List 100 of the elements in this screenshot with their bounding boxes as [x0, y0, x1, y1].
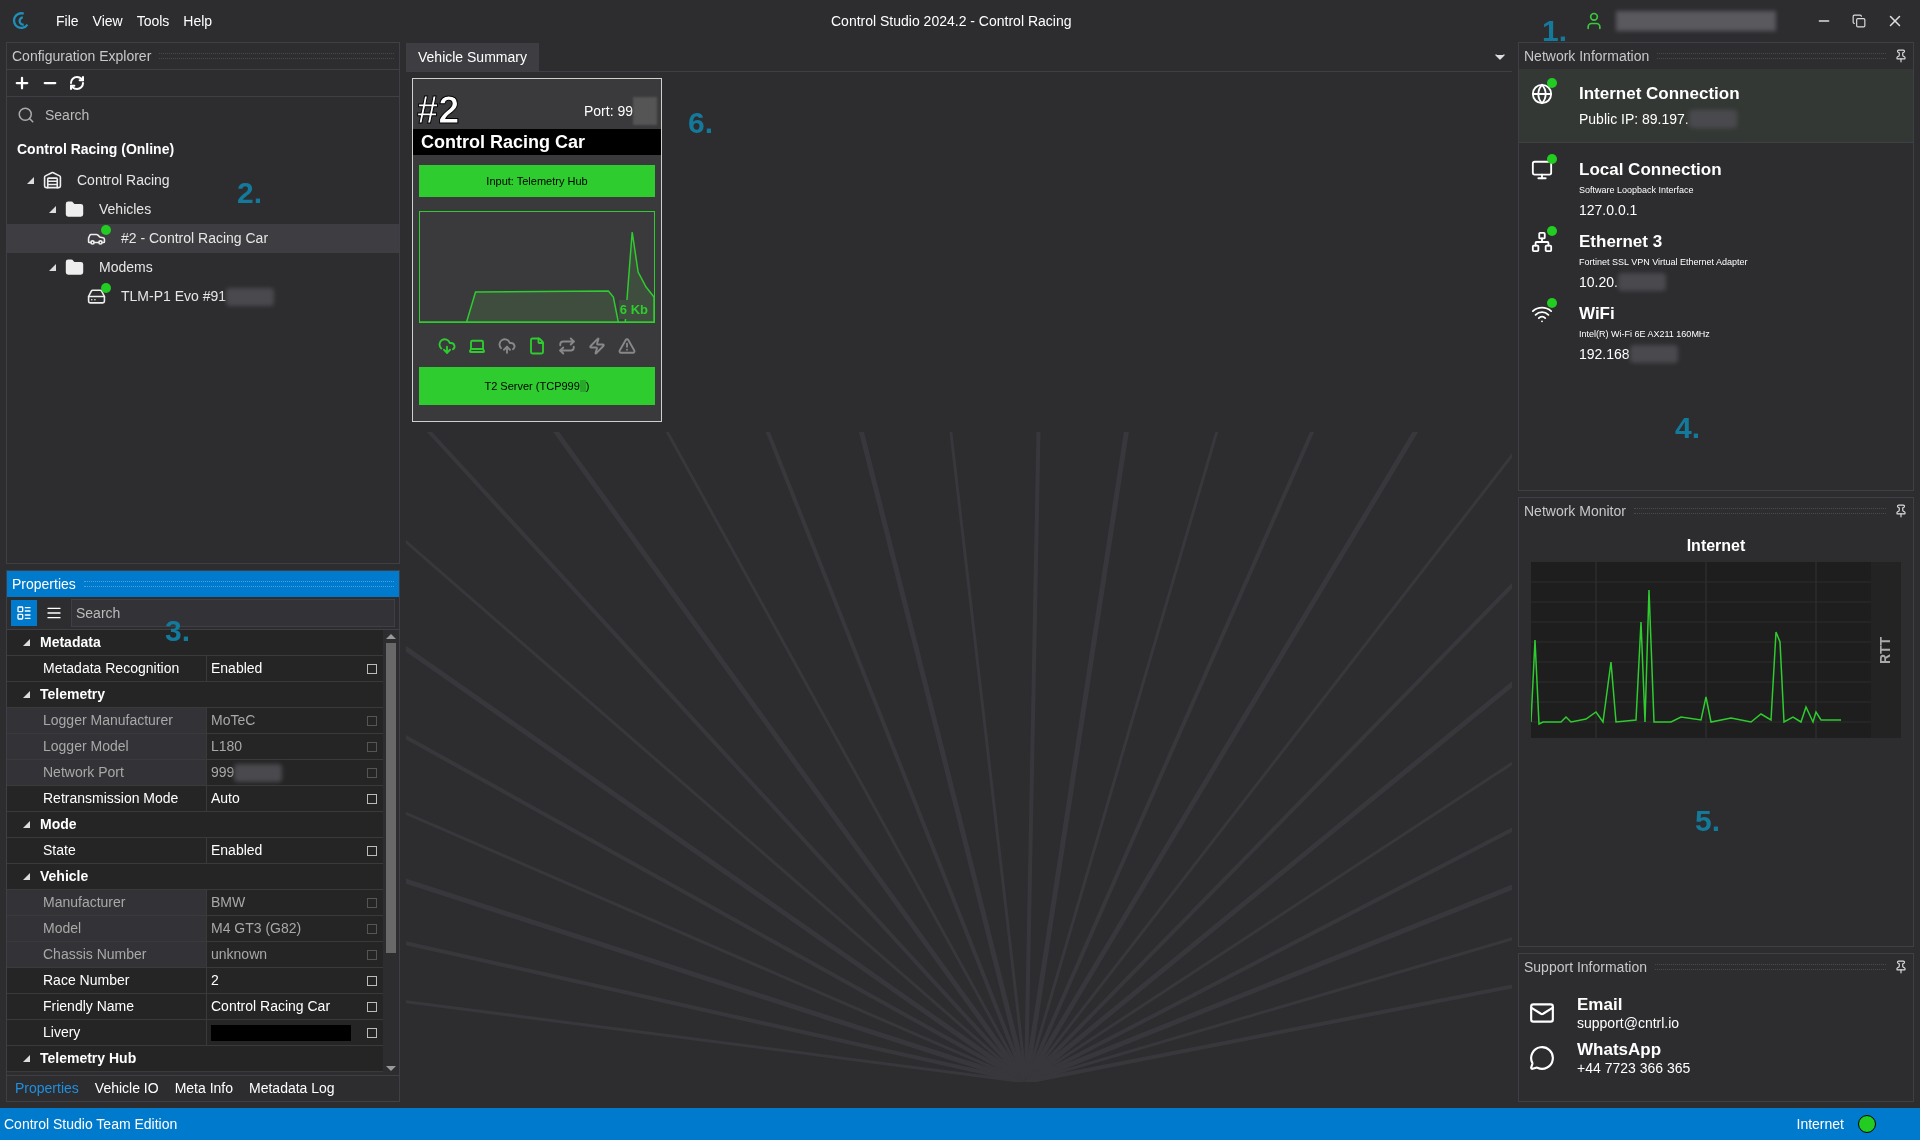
property-row[interactable]: Logger Model L180 — [7, 734, 383, 760]
expand-toggle-icon[interactable] — [23, 639, 30, 646]
property-name: Metadata Recognition — [7, 656, 207, 681]
category-label: Mode — [40, 815, 77, 834]
chart-title: Internet — [1686, 536, 1746, 556]
port-label: Port: 99 — [583, 101, 633, 121]
checkbox[interactable] — [367, 897, 377, 908]
color-swatch[interactable] — [211, 1024, 351, 1041]
menu-item[interactable]: View — [92, 10, 123, 32]
building-icon — [43, 171, 62, 190]
property-name: Logger Manufacturer — [7, 708, 207, 733]
expand-toggle-icon[interactable] — [27, 177, 34, 184]
expand-toggle-icon[interactable] — [23, 821, 30, 828]
property-value: BMW — [211, 893, 246, 912]
monitor-icon — [1531, 158, 1553, 181]
whatsapp-icon — [1529, 1045, 1555, 1072]
vehicle-name: Control Racing Car — [413, 129, 661, 155]
ip-address: 10.20. — [1579, 272, 1618, 292]
expand-toggle-icon[interactable] — [49, 264, 56, 271]
window-title: Control Studio 2024.2 - Control Racing — [831, 11, 1072, 31]
panel-title: Network Monitor — [1524, 501, 1626, 521]
panel-title: Properties — [12, 574, 76, 594]
expand-toggle-icon[interactable] — [23, 873, 30, 880]
property-name: Chassis Number — [7, 942, 207, 967]
tree-item[interactable]: #2 - Control Racing Car — [7, 224, 399, 253]
pin-icon[interactable] — [1894, 960, 1908, 974]
property-name: Retransmission Mode — [7, 786, 207, 811]
search-icon — [17, 106, 35, 124]
output-status-bar: T2 Server (TCP999 ) — [419, 367, 655, 405]
folder-icon — [65, 200, 84, 219]
expand-toggle-icon[interactable] — [49, 206, 56, 213]
checkbox[interactable] — [367, 663, 377, 674]
vehicle-card[interactable]: #2 Port: 99 Control Racing Car Input: Telemetry Hub 6 Kb T2 Server (TCP999 ) — [412, 78, 662, 422]
expand-toggle-icon[interactable] — [23, 691, 30, 698]
menu-item[interactable]: Help — [183, 10, 213, 32]
network-item[interactable]: Ethernet 3 Fortinet SSL VPN Virtual Ethernet Adapter 10.20. — [1519, 224, 1913, 297]
checkbox[interactable] — [367, 767, 377, 778]
edition-label: Control Studio Team Edition — [4, 1114, 178, 1134]
panel-tab[interactable]: Properties — [15, 1078, 79, 1099]
globe-icon — [1531, 83, 1553, 105]
categorized-view-icon[interactable] — [11, 600, 37, 626]
connection-name: WiFi — [1579, 302, 1616, 325]
checkbox[interactable] — [367, 949, 377, 960]
checkbox[interactable] — [367, 975, 377, 986]
input-status-bar: Input: Telemetry Hub — [419, 165, 655, 197]
tree-item[interactable]: Modems — [7, 253, 157, 282]
user-icon[interactable] — [1584, 11, 1604, 31]
checkbox[interactable] — [367, 1001, 377, 1012]
property-row[interactable]: Chassis Number unknown — [7, 942, 383, 968]
tree-item[interactable]: TLM-P1 Evo #91 — [7, 282, 279, 311]
document-tab[interactable]: Vehicle Summary — [406, 43, 539, 71]
property-row[interactable]: State Enabled — [7, 838, 383, 864]
pin-icon[interactable] — [1894, 49, 1908, 63]
restore-icon[interactable] — [1852, 14, 1866, 28]
checkbox[interactable] — [367, 923, 377, 934]
pin-icon[interactable] — [1894, 504, 1908, 518]
checkbox[interactable] — [367, 845, 377, 856]
search-field[interactable]: Search — [45, 104, 226, 126]
network-item[interactable]: Internet Connection Public IP: 89.197. — [1519, 69, 1913, 143]
tree-item[interactable]: Control Racing — [7, 166, 174, 195]
panel-tab[interactable]: Meta Info — [174, 1078, 233, 1099]
property-value: 999 — [211, 763, 235, 782]
contact-value[interactable]: support@cntrl.io — [1577, 1015, 1680, 1033]
checkbox[interactable] — [367, 1027, 377, 1038]
property-value: Enabled — [211, 841, 263, 860]
menu-item[interactable]: File — [56, 10, 79, 32]
axis-label: RTT — [1876, 636, 1895, 664]
callout-number: 6. — [688, 105, 714, 141]
checkbox[interactable] — [367, 715, 377, 726]
category-label: Telemetry — [40, 685, 106, 704]
panel-tab[interactable]: Metadata Log — [249, 1078, 335, 1099]
panel-tab[interactable]: Vehicle IO — [94, 1078, 159, 1099]
tree-item[interactable]: Vehicles — [7, 195, 156, 224]
redaction-block — [633, 97, 657, 125]
property-row[interactable]: Livery — [7, 1020, 383, 1046]
property-row[interactable]: Model M4 GT3 (G82) — [7, 916, 383, 942]
expand-toggle-icon[interactable] — [23, 1055, 30, 1062]
property-row[interactable]: Retransmission Mode Auto — [7, 786, 383, 812]
property-row[interactable]: Network Port 999 — [7, 760, 383, 786]
checkbox[interactable] — [367, 793, 377, 804]
property-row[interactable]: Metadata Recognition Enabled — [7, 656, 383, 682]
property-row[interactable]: Race Number 2 — [7, 968, 383, 994]
menu-item[interactable]: Tools — [136, 10, 170, 32]
network-item[interactable]: Local Connection Software Loopback Interface 127.0.0.1 — [1519, 152, 1913, 225]
connection-name: Local Connection — [1579, 158, 1722, 181]
contact-value[interactable]: +44 7723 366 365 — [1577, 1060, 1691, 1078]
refresh-icon[interactable] — [69, 75, 85, 91]
add-icon[interactable] — [13, 74, 31, 92]
property-row[interactable]: Manufacturer BMW — [7, 890, 383, 916]
network-item[interactable]: WiFi Intel(R) Wi-Fi 6E AX211 160MHz 192.168 — [1519, 296, 1913, 369]
contact-label: WhatsApp — [1577, 1038, 1663, 1060]
property-value: MoTeC — [211, 711, 256, 730]
property-row[interactable]: Logger Manufacturer MoTeC — [7, 708, 383, 734]
property-row[interactable]: Friendly Name Control Racing Car — [7, 994, 383, 1020]
tree-label: Modems — [99, 258, 153, 277]
checkbox[interactable] — [367, 741, 377, 752]
tree-label: #2 - Control Racing Car — [121, 229, 269, 248]
redaction-block — [1688, 110, 1737, 128]
category-label: Telemetry Hub — [40, 1049, 137, 1068]
callout-number: 5. — [1695, 803, 1721, 839]
